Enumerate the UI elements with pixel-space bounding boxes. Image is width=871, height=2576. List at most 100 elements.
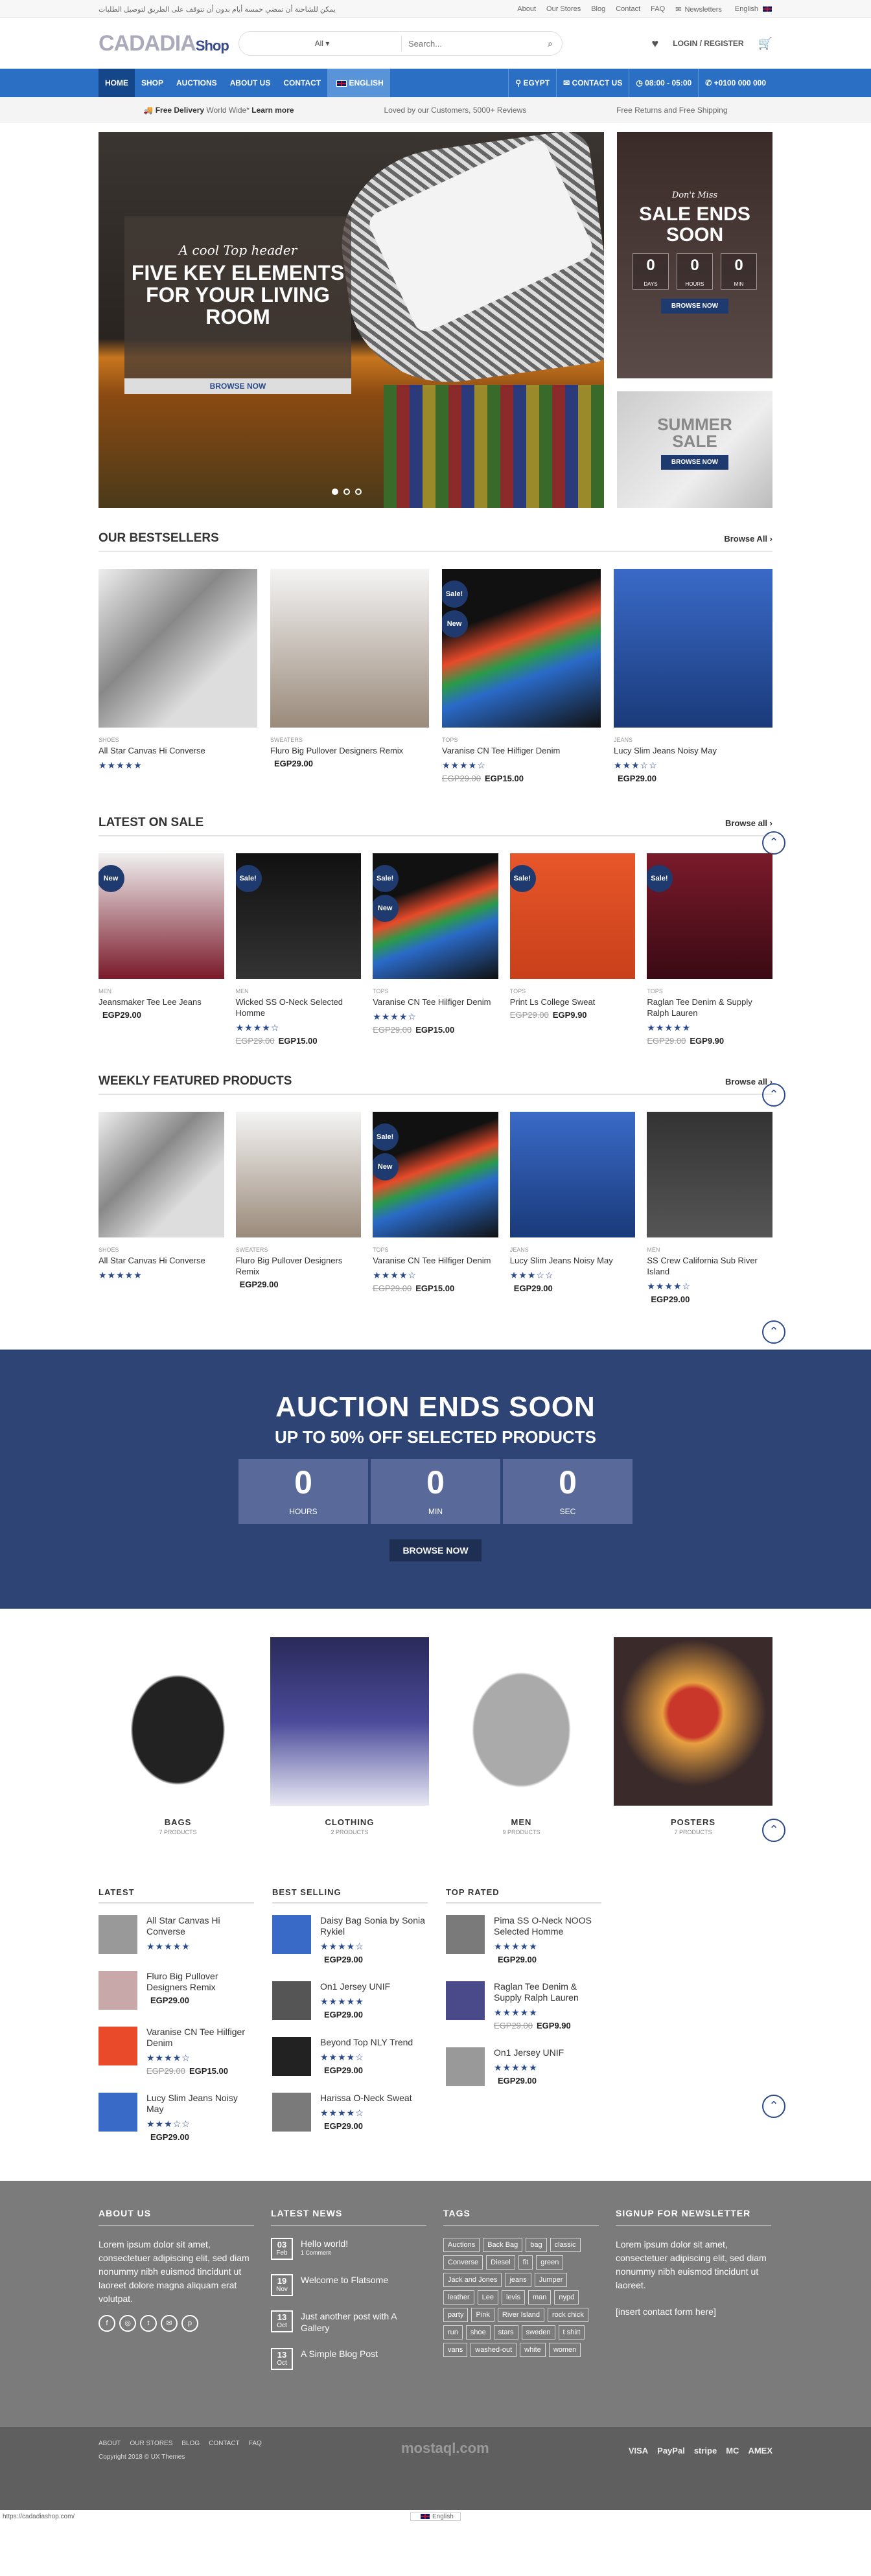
- tag-link[interactable]: green: [536, 2255, 564, 2270]
- product-name[interactable]: Lucy Slim Jeans Noisy May: [614, 745, 772, 756]
- tag-link[interactable]: levis: [502, 2290, 526, 2305]
- nav-contact[interactable]: CONTACT: [277, 69, 327, 97]
- product-name[interactable]: Beyond Top NLY Trend: [320, 2037, 413, 2048]
- product-category[interactable]: TOPS: [647, 988, 772, 995]
- footer-link[interactable]: OUR STORES: [130, 2440, 172, 2447]
- product-image[interactable]: Sale!: [235, 853, 362, 979]
- tag-link[interactable]: washed-out: [470, 2343, 517, 2357]
- tag-link[interactable]: Pink: [471, 2308, 494, 2322]
- news-title[interactable]: Just another post with A Gallery: [301, 2310, 426, 2334]
- product-card[interactable]: SHOES All Star Canvas Hi Converse ★★★★★: [99, 1112, 224, 1304]
- product-image[interactable]: [509, 1112, 636, 1237]
- product-card[interactable]: SWEATERS Fluro Big Pullover Designers Rem…: [270, 569, 429, 783]
- scroll-up-icon[interactable]: ⌃: [762, 2095, 785, 2118]
- product-name[interactable]: All Star Canvas Hi Converse: [99, 745, 257, 756]
- list-item[interactable]: On1 Jersey UNIF ★★★★★ EGP29.00: [446, 2047, 601, 2086]
- tag-link[interactable]: rock chick: [547, 2308, 588, 2322]
- list-item[interactable]: All Star Canvas Hi Converse ★★★★★: [99, 1915, 254, 1954]
- product-thumbnail[interactable]: [99, 2027, 137, 2065]
- main-slider[interactable]: A cool Top header FIVE KEY ELEMENTS FOR …: [99, 132, 604, 508]
- cart-icon[interactable]: 🛒: [758, 37, 772, 51]
- tag-link[interactable]: sweden: [521, 2325, 555, 2340]
- footer-link[interactable]: FAQ: [249, 2440, 262, 2447]
- news-item[interactable]: 19 Nov Welcome to Flatsome: [271, 2274, 426, 2296]
- product-category[interactable]: SWEATERS: [270, 737, 429, 743]
- tag-link[interactable]: nypd: [554, 2290, 579, 2305]
- tag-link[interactable]: fit: [518, 2255, 533, 2270]
- product-card[interactable]: Sale! TOPS Raglan Tee Denim & Supply Ralph…: [647, 853, 772, 1046]
- list-item[interactable]: On1 Jersey UNIF ★★★★★ EGP29.00: [272, 1981, 428, 2020]
- nav-about[interactable]: ABOUT US: [224, 69, 277, 97]
- sale-ends-banner[interactable]: Don't Miss SALE ENDS SOON 0 DAYS 0 HOURS 0…: [617, 132, 772, 378]
- product-card[interactable]: Sale! MEN Wicked SS O-Neck Selected Homme ★…: [235, 853, 362, 1046]
- product-name[interactable]: On1 Jersey UNIF: [494, 2047, 564, 2058]
- list-item[interactable]: Beyond Top NLY Trend ★★★★☆ EGP29.00: [272, 2037, 428, 2076]
- product-card[interactable]: JEANS Lucy Slim Jeans Noisy May ★★★☆☆ EGP29…: [614, 569, 772, 783]
- nav-shop[interactable]: SHOP: [135, 69, 170, 97]
- news-item[interactable]: 13 Oct A Simple Blog Post: [271, 2348, 426, 2370]
- product-name[interactable]: Fluro Big Pullover Designers Remix: [236, 1255, 362, 1277]
- list-item[interactable]: Pima SS O-Neck NOOS Selected Homme ★★★★★ E…: [446, 1915, 601, 1964]
- logo[interactable]: CADADIAShop: [99, 31, 229, 56]
- product-category[interactable]: TOPS: [510, 988, 636, 995]
- product-thumbnail[interactable]: [99, 1971, 137, 2010]
- product-name[interactable]: SS Crew California Sub River Island: [647, 1255, 772, 1277]
- product-image[interactable]: Sale! New: [442, 569, 601, 728]
- list-item[interactable]: Daisy Bag Sonia by Sonia Rykiel ★★★★☆ EGP2…: [272, 1915, 428, 1964]
- tag-link[interactable]: white: [520, 2343, 546, 2357]
- tag-link[interactable]: women: [548, 2343, 581, 2357]
- instagram-icon[interactable]: ◎: [119, 2315, 136, 2332]
- product-category[interactable]: SHOES: [99, 1247, 224, 1253]
- top-link-about[interactable]: About: [517, 5, 536, 14]
- product-image[interactable]: [99, 1112, 224, 1237]
- product-name[interactable]: Daisy Bag Sonia by Sonia Rykiel: [320, 1915, 428, 1937]
- product-category[interactable]: TOPS: [373, 988, 498, 995]
- wishlist-heart-icon[interactable]: ♥: [652, 37, 659, 51]
- tag-link[interactable]: stars: [493, 2325, 518, 2340]
- product-name[interactable]: Pima SS O-Neck NOOS Selected Homme: [494, 1915, 601, 1937]
- scroll-up-icon[interactable]: ⌃: [762, 1320, 785, 1344]
- nav-location[interactable]: ⚲ EGYPT: [508, 69, 556, 97]
- tag-link[interactable]: jeans: [505, 2273, 531, 2287]
- browse-all-link[interactable]: Browse All ›: [724, 534, 772, 544]
- browse-all-link[interactable]: Browse all ›: [725, 1077, 772, 1087]
- product-thumbnail[interactable]: [272, 1981, 311, 2020]
- tag-link[interactable]: Auctions: [443, 2238, 480, 2252]
- product-category[interactable]: JEANS: [510, 1247, 636, 1253]
- product-name[interactable]: Jeansmaker Tee Lee Jeans: [99, 996, 224, 1007]
- product-image[interactable]: [235, 1112, 362, 1237]
- tag-link[interactable]: River Island: [497, 2308, 544, 2322]
- category-men[interactable]: MEN 9 PRODUCTS: [442, 1637, 601, 1835]
- product-card[interactable]: SHOES All Star Canvas Hi Converse ★★★★★: [99, 569, 257, 783]
- product-card[interactable]: Sale! New TOPS Varanise CN Tee Hilfiger Den…: [373, 853, 498, 1046]
- email-icon[interactable]: ✉: [161, 2315, 178, 2332]
- product-name[interactable]: Varanise CN Tee Hilfiger Denim: [373, 996, 498, 1007]
- product-image[interactable]: [614, 569, 772, 728]
- newsletter-link[interactable]: ✉ Newsletters: [675, 5, 723, 14]
- tag-link[interactable]: t shirt: [558, 2325, 585, 2340]
- nav-auctions[interactable]: AUCTIONS: [170, 69, 224, 97]
- list-item[interactable]: Fluro Big Pullover Designers Remix EGP29.…: [99, 1971, 254, 2010]
- list-item[interactable]: Varanise CN Tee Hilfiger Denim ★★★★☆ EGP29…: [99, 2027, 254, 2076]
- news-title[interactable]: Hello world!: [301, 2238, 348, 2249]
- footer-link[interactable]: ABOUT: [99, 2440, 121, 2447]
- tag-link[interactable]: Converse: [443, 2255, 483, 2270]
- nav-home[interactable]: HOME: [99, 69, 135, 97]
- news-item[interactable]: 03 Feb Hello world! 1 Comment: [271, 2238, 426, 2260]
- product-category[interactable]: SWEATERS: [236, 1247, 362, 1253]
- tag-link[interactable]: bag: [526, 2238, 547, 2252]
- tag-link[interactable]: man: [528, 2290, 552, 2305]
- top-link-faq[interactable]: FAQ: [651, 5, 665, 14]
- nav-contact-us[interactable]: ✉ CONTACT US: [556, 69, 629, 97]
- search-icon[interactable]: ⌕: [542, 38, 558, 49]
- category-posters[interactable]: POSTERS 7 PRODUCTS: [614, 1637, 772, 1835]
- product-image[interactable]: New: [99, 853, 224, 979]
- product-card[interactable]: SWEATERS Fluro Big Pullover Designers Rem…: [235, 1112, 362, 1304]
- tag-link[interactable]: shoe: [465, 2325, 491, 2340]
- twitter-icon[interactable]: t: [140, 2315, 157, 2332]
- scroll-up-icon[interactable]: ⌃: [762, 1819, 785, 1842]
- product-name[interactable]: Varanise CN Tee Hilfiger Denim: [442, 745, 601, 756]
- product-image[interactable]: Sale! New: [373, 1112, 498, 1237]
- product-thumbnail[interactable]: [99, 1915, 137, 1954]
- product-image[interactable]: Sale!: [647, 853, 772, 979]
